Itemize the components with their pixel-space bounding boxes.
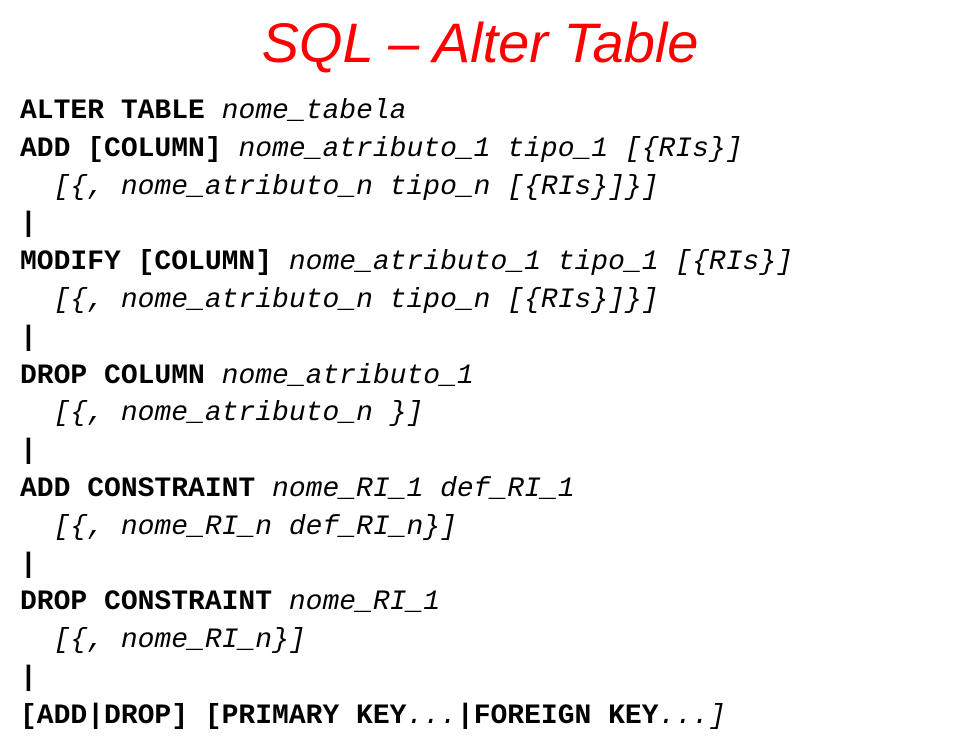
code-line: ADD [COLUMN] nome_atributo_1 tipo_1 [{RI… xyxy=(20,131,940,169)
argument-segment: }] xyxy=(423,512,457,543)
code-line: MODIFY [COLUMN] nome_atributo_1 tipo_1 [… xyxy=(20,244,940,282)
code-line: [{, nome_atributo_n }] xyxy=(20,395,940,433)
argument-segment: nome_RI_1 xyxy=(289,587,440,618)
keyword-segment: MODIFY [COLUMN] xyxy=(20,247,289,278)
argument-segment: [{, xyxy=(20,512,121,543)
code-line: | xyxy=(20,660,940,698)
code-line: | xyxy=(20,206,940,244)
keyword-segment: | xyxy=(20,436,37,467)
argument-segment: nome_tabela xyxy=(222,96,407,127)
argument-segment: [{, xyxy=(20,398,121,429)
code-line: DROP COLUMN nome_atributo_1 xyxy=(20,358,940,396)
argument-segment: nome_atributo_1 tipo_1 [{RIs}] xyxy=(238,134,742,165)
code-line: ALTER TABLE nome_tabela xyxy=(20,93,940,131)
argument-segment: nome_atributo_n xyxy=(121,398,390,429)
code-line: [ADD|DROP] [PRIMARY KEY...|FOREIGN KEY..… xyxy=(20,698,940,736)
argument-segment: nome_atributo_n tipo_n [{RIs}] xyxy=(121,172,625,203)
argument-segment: }] xyxy=(272,625,306,656)
argument-segment: nome_atributo_n tipo_n [{RIs}] xyxy=(121,285,625,316)
code-line: [{, nome_RI_n}] xyxy=(20,622,940,660)
code-line: DROP CONSTRAINT nome_RI_1 xyxy=(20,584,940,622)
argument-segment: ... xyxy=(406,701,456,732)
code-line: | xyxy=(20,320,940,358)
keyword-segment: ALTER TABLE xyxy=(20,96,222,127)
slide-title: SQL – Alter Table xyxy=(20,10,940,75)
keyword-segment: | xyxy=(20,663,37,694)
code-line: | xyxy=(20,433,940,471)
argument-segment: [{, xyxy=(20,172,121,203)
code-line: [{, nome_atributo_n tipo_n [{RIs}]}] xyxy=(20,282,940,320)
keyword-segment: | xyxy=(20,209,37,240)
keyword-segment: | xyxy=(20,323,37,354)
argument-segment: nome_atributo_1 xyxy=(222,361,474,392)
code-line: [{, nome_RI_n def_RI_n}] xyxy=(20,509,940,547)
argument-segment: }] xyxy=(625,172,659,203)
argument-segment: [{, xyxy=(20,625,121,656)
code-line: [{, nome_atributo_n tipo_n [{RIs}]}] xyxy=(20,169,940,207)
keyword-segment: ADD CONSTRAINT xyxy=(20,474,272,505)
code-line: ADD CONSTRAINT nome_RI_1 def_RI_1 xyxy=(20,471,940,509)
keyword-segment: DROP CONSTRAINT xyxy=(20,587,289,618)
code-line: | xyxy=(20,547,940,585)
argument-segment: nome_RI_n xyxy=(121,625,272,656)
argument-segment: nome_RI_n def_RI_n xyxy=(121,512,423,543)
keyword-segment: [ADD|DROP] [PRIMARY KEY xyxy=(20,701,406,732)
argument-segment: }] xyxy=(625,285,659,316)
keyword-segment: |FOREIGN KEY xyxy=(457,701,659,732)
argument-segment: }] xyxy=(390,398,424,429)
keyword-segment: DROP COLUMN xyxy=(20,361,222,392)
keyword-segment: ADD [COLUMN] xyxy=(20,134,238,165)
argument-segment: nome_atributo_1 tipo_1 [{RIs}] xyxy=(289,247,793,278)
keyword-segment: | xyxy=(20,550,37,581)
argument-segment: nome_RI_1 def_RI_1 xyxy=(272,474,574,505)
sql-syntax-block: ALTER TABLE nome_tabelaADD [COLUMN] nome… xyxy=(20,93,940,736)
argument-segment: [{, xyxy=(20,285,121,316)
argument-segment: ...] xyxy=(659,701,726,732)
